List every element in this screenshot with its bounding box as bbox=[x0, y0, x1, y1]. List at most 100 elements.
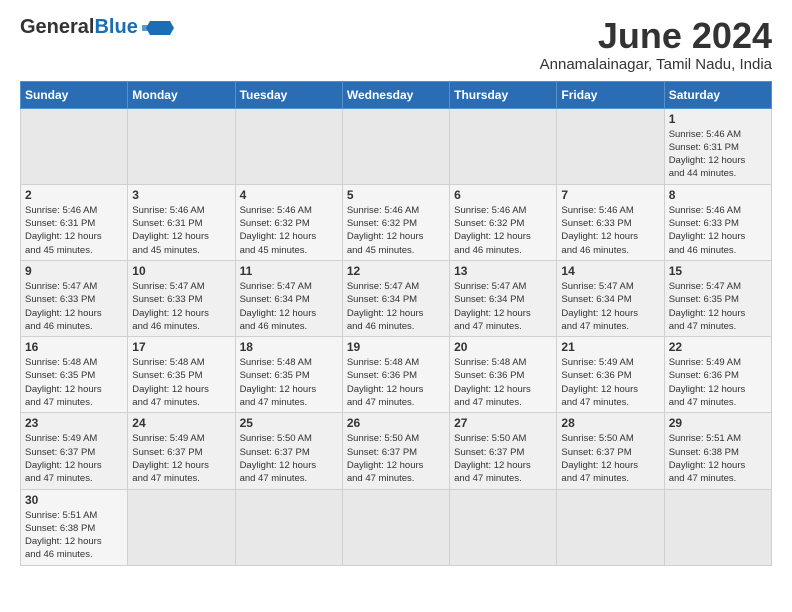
week-row-4: 23 Sunrise: 5:49 AMSunset: 6:37 PMDayligh… bbox=[21, 413, 772, 489]
cell-info: Sunrise: 5:47 AMSunset: 6:33 PMDaylight:… bbox=[132, 280, 230, 333]
cell-info: Sunrise: 5:49 AMSunset: 6:37 PMDaylight:… bbox=[132, 432, 230, 485]
cell-info: Sunrise: 5:48 AMSunset: 6:35 PMDaylight:… bbox=[132, 356, 230, 409]
logo: GeneralBlue bbox=[20, 16, 174, 39]
calendar-cell bbox=[128, 489, 235, 565]
calendar-cell: 15 Sunrise: 5:47 AMSunset: 6:35 PMDayligh… bbox=[664, 260, 771, 336]
weekday-header-monday: Monday bbox=[128, 81, 235, 108]
day-number: 14 bbox=[561, 264, 659, 278]
day-number: 27 bbox=[454, 416, 552, 430]
logo-icon bbox=[142, 17, 174, 39]
day-number: 15 bbox=[669, 264, 767, 278]
calendar-cell: 26Sunrise: 5:50 AMSunset: 6:37 PMDayligh… bbox=[342, 413, 449, 489]
day-number: 13 bbox=[454, 264, 552, 278]
day-number: 10 bbox=[132, 264, 230, 278]
cell-info: Sunrise: 5:49 AMSunset: 6:36 PMDaylight:… bbox=[561, 356, 659, 409]
weekday-header-tuesday: Tuesday bbox=[235, 81, 342, 108]
cell-info: Sunrise: 5:47 AMSunset: 6:33 PMDaylight:… bbox=[25, 280, 123, 333]
day-number: 16 bbox=[25, 340, 123, 354]
day-number: 25 bbox=[240, 416, 338, 430]
calendar-cell bbox=[342, 108, 449, 184]
calendar-cell: 9 Sunrise: 5:47 AMSunset: 6:33 PMDaylight… bbox=[21, 260, 128, 336]
cell-info: Sunrise: 5:46 AMSunset: 6:31 PMDaylight:… bbox=[669, 128, 767, 181]
calendar-cell bbox=[450, 108, 557, 184]
calendar-cell bbox=[235, 108, 342, 184]
cell-info: Sunrise: 5:46 AMSunset: 6:31 PMDaylight:… bbox=[132, 204, 230, 257]
day-number: 3 bbox=[132, 188, 230, 202]
week-row-1: 2 Sunrise: 5:46 AMSunset: 6:31 PMDaylight… bbox=[21, 184, 772, 260]
week-row-5: 30Sunrise: 5:51 AMSunset: 6:38 PMDayligh… bbox=[21, 489, 772, 565]
calendar-cell: 25 Sunrise: 5:50 AMSunset: 6:37 PMDayligh… bbox=[235, 413, 342, 489]
cell-info: Sunrise: 5:51 AMSunset: 6:38 PMDaylight:… bbox=[669, 432, 767, 485]
weekday-header-thursday: Thursday bbox=[450, 81, 557, 108]
cell-info: Sunrise: 5:50 AMSunset: 6:37 PMDaylight:… bbox=[561, 432, 659, 485]
cell-info: Sunrise: 5:49 AMSunset: 6:36 PMDaylight:… bbox=[669, 356, 767, 409]
cell-info: Sunrise: 5:48 AMSunset: 6:35 PMDaylight:… bbox=[25, 356, 123, 409]
day-number: 6 bbox=[454, 188, 552, 202]
day-number: 1 bbox=[669, 112, 767, 126]
cell-info: Sunrise: 5:46 AMSunset: 6:32 PMDaylight:… bbox=[454, 204, 552, 257]
logo-blue: Blue bbox=[94, 16, 137, 38]
header: GeneralBlue June 2024 Annamalainagar, Ta… bbox=[20, 16, 772, 73]
cell-info: Sunrise: 5:48 AMSunset: 6:36 PMDaylight:… bbox=[454, 356, 552, 409]
day-number: 28 bbox=[561, 416, 659, 430]
calendar-cell bbox=[557, 489, 664, 565]
day-number: 12 bbox=[347, 264, 445, 278]
day-number: 29 bbox=[669, 416, 767, 430]
calendar-table: SundayMondayTuesdayWednesdayThursdayFrid… bbox=[20, 81, 772, 566]
cell-info: Sunrise: 5:47 AMSunset: 6:34 PMDaylight:… bbox=[347, 280, 445, 333]
cell-info: Sunrise: 5:47 AMSunset: 6:34 PMDaylight:… bbox=[561, 280, 659, 333]
calendar-body: 1 Sunrise: 5:46 AMSunset: 6:31 PMDaylight… bbox=[21, 108, 772, 565]
cell-info: Sunrise: 5:46 AMSunset: 6:33 PMDaylight:… bbox=[561, 204, 659, 257]
cell-info: Sunrise: 5:46 AMSunset: 6:32 PMDaylight:… bbox=[240, 204, 338, 257]
calendar-cell bbox=[664, 489, 771, 565]
day-number: 9 bbox=[25, 264, 123, 278]
calendar-cell: 12 Sunrise: 5:47 AMSunset: 6:34 PMDayligh… bbox=[342, 260, 449, 336]
calendar-cell: 19Sunrise: 5:48 AMSunset: 6:36 PMDayligh… bbox=[342, 337, 449, 413]
day-number: 22 bbox=[669, 340, 767, 354]
calendar-cell bbox=[557, 108, 664, 184]
cell-info: Sunrise: 5:49 AMSunset: 6:37 PMDaylight:… bbox=[25, 432, 123, 485]
calendar-cell bbox=[21, 108, 128, 184]
calendar-cell: 27 Sunrise: 5:50 AMSunset: 6:37 PMDayligh… bbox=[450, 413, 557, 489]
cell-info: Sunrise: 5:48 AMSunset: 6:36 PMDaylight:… bbox=[347, 356, 445, 409]
calendar-cell: 16 Sunrise: 5:48 AMSunset: 6:35 PMDayligh… bbox=[21, 337, 128, 413]
calendar-cell bbox=[450, 489, 557, 565]
title-area: June 2024 Annamalainagar, Tamil Nadu, In… bbox=[540, 16, 772, 73]
calendar-cell: 6 Sunrise: 5:46 AMSunset: 6:32 PMDaylight… bbox=[450, 184, 557, 260]
calendar-cell: 10 Sunrise: 5:47 AMSunset: 6:33 PMDayligh… bbox=[128, 260, 235, 336]
calendar-cell: 5Sunrise: 5:46 AMSunset: 6:32 PMDaylight… bbox=[342, 184, 449, 260]
weekday-header-row: SundayMondayTuesdayWednesdayThursdayFrid… bbox=[21, 81, 772, 108]
weekday-header-wednesday: Wednesday bbox=[342, 81, 449, 108]
weekday-header-friday: Friday bbox=[557, 81, 664, 108]
cell-info: Sunrise: 5:50 AMSunset: 6:37 PMDaylight:… bbox=[454, 432, 552, 485]
week-row-0: 1 Sunrise: 5:46 AMSunset: 6:31 PMDaylight… bbox=[21, 108, 772, 184]
cell-info: Sunrise: 5:46 AMSunset: 6:33 PMDaylight:… bbox=[669, 204, 767, 257]
day-number: 30 bbox=[25, 493, 123, 507]
cell-info: Sunrise: 5:47 AMSunset: 6:34 PMDaylight:… bbox=[240, 280, 338, 333]
calendar-cell: 20Sunrise: 5:48 AMSunset: 6:36 PMDayligh… bbox=[450, 337, 557, 413]
cell-info: Sunrise: 5:50 AMSunset: 6:37 PMDaylight:… bbox=[240, 432, 338, 485]
cell-info: Sunrise: 5:47 AMSunset: 6:35 PMDaylight:… bbox=[669, 280, 767, 333]
logo-general: GeneralBlue bbox=[20, 16, 138, 39]
week-row-2: 9 Sunrise: 5:47 AMSunset: 6:33 PMDaylight… bbox=[21, 260, 772, 336]
day-number: 4 bbox=[240, 188, 338, 202]
day-number: 24 bbox=[132, 416, 230, 430]
calendar-cell bbox=[235, 489, 342, 565]
day-number: 23 bbox=[25, 416, 123, 430]
day-number: 11 bbox=[240, 264, 338, 278]
weekday-header-sunday: Sunday bbox=[21, 81, 128, 108]
calendar-cell: 13Sunrise: 5:47 AMSunset: 6:34 PMDayligh… bbox=[450, 260, 557, 336]
day-number: 26 bbox=[347, 416, 445, 430]
calendar-cell bbox=[342, 489, 449, 565]
day-number: 2 bbox=[25, 188, 123, 202]
cell-info: Sunrise: 5:46 AMSunset: 6:31 PMDaylight:… bbox=[25, 204, 123, 257]
calendar-cell: 17Sunrise: 5:48 AMSunset: 6:35 PMDayligh… bbox=[128, 337, 235, 413]
calendar-cell: 30Sunrise: 5:51 AMSunset: 6:38 PMDayligh… bbox=[21, 489, 128, 565]
day-number: 18 bbox=[240, 340, 338, 354]
calendar-cell: 3 Sunrise: 5:46 AMSunset: 6:31 PMDaylight… bbox=[128, 184, 235, 260]
calendar-cell: 18 Sunrise: 5:48 AMSunset: 6:35 PMDayligh… bbox=[235, 337, 342, 413]
calendar-cell: 1 Sunrise: 5:46 AMSunset: 6:31 PMDaylight… bbox=[664, 108, 771, 184]
calendar-cell: 11 Sunrise: 5:47 AMSunset: 6:34 PMDayligh… bbox=[235, 260, 342, 336]
sub-title: Annamalainagar, Tamil Nadu, India bbox=[540, 56, 772, 73]
cell-info: Sunrise: 5:48 AMSunset: 6:35 PMDaylight:… bbox=[240, 356, 338, 409]
